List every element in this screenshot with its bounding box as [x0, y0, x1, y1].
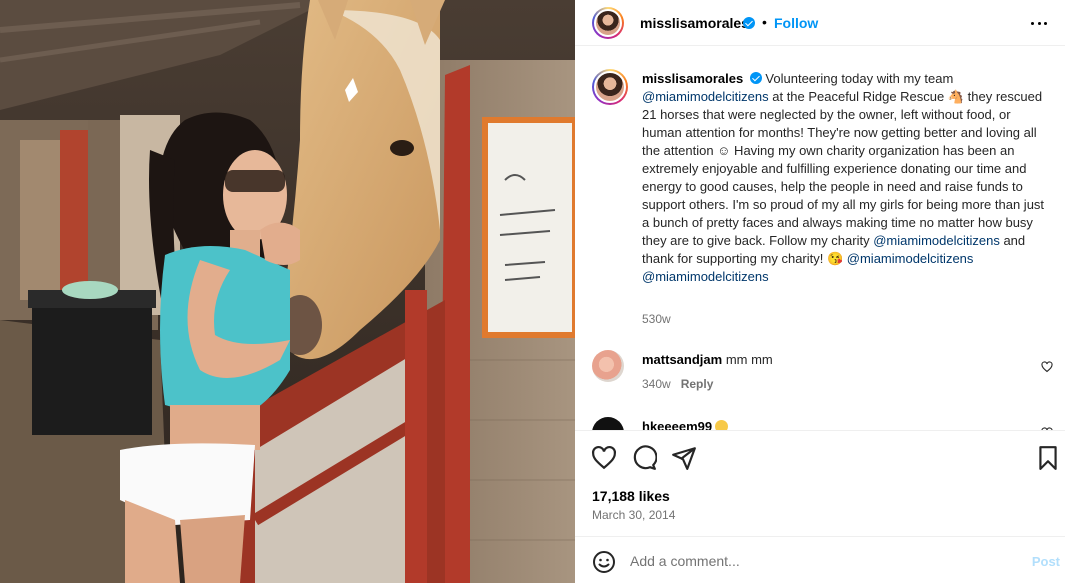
post-actions: 17,188 likes March 30, 2014 — [575, 430, 1065, 550]
caption-text-1: Volunteering today with my team — [761, 71, 954, 86]
add-comment-bar: Post — [575, 536, 1065, 583]
caption-author-avatar[interactable] — [592, 69, 628, 105]
author-username[interactable]: misslisamorales — [640, 15, 749, 31]
caption-timestamp[interactable]: 530w — [642, 312, 671, 326]
comment-meta: 340w Reply — [642, 377, 713, 391]
comment-timestamp[interactable]: 340w — [642, 377, 671, 391]
comment-like-heart-icon[interactable] — [1041, 361, 1053, 373]
share-send-icon[interactable] — [671, 445, 697, 471]
horse-photo — [0, 0, 575, 583]
sad-face-emoji-icon — [715, 420, 729, 430]
caption-username[interactable]: misslisamorales — [642, 71, 743, 86]
comment-avatar[interactable] — [592, 350, 624, 382]
caption-mention-3[interactable]: @miamimodelcitizens — [847, 251, 974, 266]
caption-verified-badge-icon — [749, 72, 762, 84]
caption-mention-4[interactable]: @miamimodelcitizens — [642, 269, 769, 284]
save-bookmark-icon[interactable] — [1035, 445, 1061, 471]
author-avatar[interactable] — [592, 7, 624, 39]
verified-badge-icon — [743, 17, 755, 29]
add-comment-input[interactable] — [630, 548, 1010, 574]
post-comment-button[interactable]: Post — [1032, 554, 1060, 569]
caption-mention-1[interactable]: @miamimodelcitizens — [642, 89, 769, 104]
more-options-icon[interactable] — [1029, 13, 1049, 33]
comment-username[interactable]: hkeeeem99 — [642, 419, 712, 430]
post-date: March 30, 2014 — [592, 508, 676, 522]
follow-button[interactable]: Follow — [774, 15, 818, 31]
like-heart-icon[interactable] — [591, 445, 617, 471]
caption-text-2: at the Peaceful Ridge Rescue 🐴 they resc… — [642, 89, 1045, 248]
like-count[interactable]: 17,188 likes — [592, 488, 670, 504]
post-caption: misslisamorales Volunteering today with … — [642, 70, 1050, 286]
comment-text: hkeeeem99 — [642, 419, 729, 430]
post-photo[interactable] — [0, 0, 575, 583]
comment-body: mm mm — [725, 352, 773, 367]
comment-avatar[interactable] — [592, 417, 624, 430]
emoji-picker-icon[interactable] — [592, 550, 616, 574]
comments-scroll-area[interactable]: misslisamorales Volunteering today with … — [575, 47, 1065, 430]
post-header: misslisamorales • Follow — [575, 0, 1065, 46]
post-side-panel: misslisamorales • Follow misslisamorales… — [575, 0, 1065, 583]
comment-bubble-icon[interactable] — [631, 445, 657, 471]
caption-mention-2[interactable]: @miamimodelcitizens — [873, 233, 1000, 248]
comment-text: mattsandjam mm mm — [642, 352, 773, 367]
separator-dot: • — [762, 14, 767, 30]
comment-username[interactable]: mattsandjam — [642, 352, 722, 367]
reply-button[interactable]: Reply — [681, 377, 714, 391]
